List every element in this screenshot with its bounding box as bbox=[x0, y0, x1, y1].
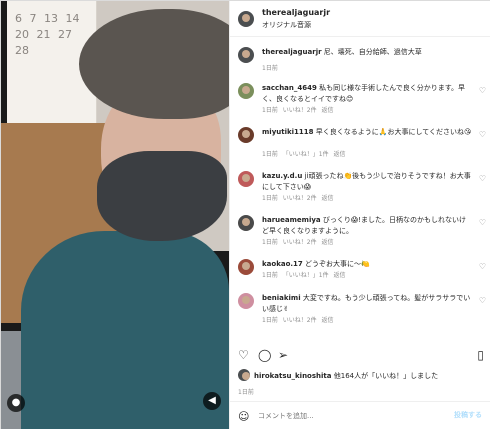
comment-meta: 1日前 いいね！2件 返信 bbox=[262, 193, 334, 202]
list-item: miyutiki1118 早く良くなるように🙏お大事にしてくださいね😘 1日前 … bbox=[230, 123, 490, 163]
caption-username[interactable]: therealjaguarjr bbox=[262, 48, 322, 56]
likes-summary[interactable]: hirokatsu_kinoshita 他164人が「いいね！」しました bbox=[238, 369, 488, 383]
likes-text[interactable]: hirokatsu_kinoshita 他164人が「いいね！」しました bbox=[254, 371, 438, 381]
heart-icon[interactable]: ♡ bbox=[479, 218, 486, 227]
avatar[interactable] bbox=[238, 259, 254, 275]
reply-button[interactable]: 返信 bbox=[322, 317, 334, 324]
comment-username[interactable]: kazu.y.d.u bbox=[262, 172, 302, 180]
post-header: therealjaguarjr オリジナル音源 bbox=[230, 1, 490, 37]
avatar[interactable] bbox=[238, 11, 254, 27]
comment-likes[interactable]: いいね！2件 bbox=[283, 317, 317, 324]
comment-username[interactable]: harueamemiya bbox=[262, 216, 321, 224]
comment-time: 1日前 bbox=[262, 195, 278, 202]
post-date: 1日前 bbox=[238, 389, 254, 396]
avatar[interactable] bbox=[238, 369, 250, 381]
caption-text: therealjaguarjr 尼、壊死、自分給師、過信大草 bbox=[262, 47, 472, 58]
avatar[interactable] bbox=[238, 83, 254, 99]
list-item: harueamemiya びっくり😱!ました。日柄なのかもしれないけど早く良くな… bbox=[230, 211, 490, 251]
comment-meta: 1日前 「いいね！」1件 返信 bbox=[262, 270, 346, 279]
user-tag-icon[interactable]: ● bbox=[7, 394, 25, 412]
comment-username[interactable]: sacchan_4649 bbox=[262, 84, 317, 92]
list-item: beniakimi 大変ですね。もう少し頑張ってね。髪がサラサラでいい感じ✌ 1… bbox=[230, 289, 490, 333]
comment-body: どうぞお大事に〜🍋 bbox=[305, 260, 370, 268]
comment-text: kaokao.17 どうぞお大事に〜🍋 bbox=[262, 259, 472, 270]
comment-time: 1日前 bbox=[262, 317, 278, 324]
post-modal: 6 7 13 14 20 21 27 28 ● ◀ therealjaguarj… bbox=[0, 0, 490, 429]
comment-input[interactable] bbox=[258, 410, 438, 422]
heart-icon[interactable]: ♡ bbox=[479, 174, 486, 183]
list-item: kaokao.17 どうぞお大事に〜🍋 1日前 「いいね！」1件 返信 ♡ bbox=[230, 255, 490, 285]
face-mask bbox=[97, 151, 227, 241]
comment-text: sacchan_4649 私も同じ様な手術したんで良く分かります。早く、良くなる… bbox=[262, 83, 472, 105]
comment-text: beniakimi 大変ですね。もう少し頑張ってね。髪がサラサラでいい感じ✌ bbox=[262, 293, 472, 315]
heart-icon[interactable]: ♡ bbox=[479, 296, 486, 305]
list-item: sacchan_4649 私も同じ様な手術したんで良く分かります。早く、良くなる… bbox=[230, 79, 490, 123]
speaker-icon[interactable]: ◀ bbox=[203, 392, 221, 410]
reply-button[interactable]: 返信 bbox=[322, 195, 334, 202]
avatar[interactable] bbox=[238, 47, 254, 63]
likes-count-text[interactable]: 他164人が「いいね！」しました bbox=[334, 372, 438, 380]
comment-likes[interactable]: いいね！2件 bbox=[283, 195, 317, 202]
comment-likes[interactable]: 「いいね！」1件 bbox=[283, 272, 329, 279]
comment-time: 1日前 bbox=[262, 107, 278, 114]
audio-label[interactable]: オリジナル音源 bbox=[262, 20, 311, 30]
comment-time: 1日前 bbox=[262, 272, 278, 279]
avatar[interactable] bbox=[238, 127, 254, 143]
comment-meta: 1日前 いいね！2件 返信 bbox=[262, 105, 334, 114]
list-item: kazu.y.d.u ji頑張ったね👏後もう少しで治りそうですね！お大事にして下… bbox=[230, 167, 490, 207]
reply-button[interactable]: 返信 bbox=[322, 107, 334, 114]
reply-button[interactable]: 返信 bbox=[334, 151, 346, 158]
comment-text: kazu.y.d.u ji頑張ったね👏後もう少しで治りそうですね！お大事にして下… bbox=[262, 171, 472, 193]
comment-meta: 1日前 「いいね！」1件 返信 bbox=[262, 149, 346, 158]
comment-body: 早く良くなるように🙏お大事にしてくださいね😘 bbox=[315, 128, 472, 136]
comment-time: 1日前 bbox=[262, 151, 278, 158]
comment-likes[interactable]: いいね！2件 bbox=[283, 107, 317, 114]
comment-meta: 1日前 いいね！2件 返信 bbox=[262, 315, 334, 324]
comments-list[interactable]: therealjaguarjr 尼、壊死、自分給師、過信大草 1日前 sacch… bbox=[230, 39, 490, 341]
heart-icon[interactable]: ♡ bbox=[479, 262, 486, 271]
post-button[interactable]: 投稿する bbox=[454, 410, 482, 420]
comment-composer: ☺ 投稿する bbox=[230, 401, 490, 429]
caption-time: 1日前 bbox=[262, 65, 278, 72]
avatar[interactable] bbox=[238, 293, 254, 309]
comment-username[interactable]: kaokao.17 bbox=[262, 260, 303, 268]
comment-username[interactable]: miyutiki1118 bbox=[262, 128, 314, 136]
comment-username[interactable]: beniakimi bbox=[262, 294, 301, 302]
heart-icon[interactable]: ♡ bbox=[479, 86, 486, 95]
avatar[interactable] bbox=[238, 171, 254, 187]
comment-text: miyutiki1118 早く良くなるように🙏お大事にしてくださいね😘 bbox=[262, 127, 472, 138]
action-bar: ♡ ◯ ➢ ▯ bbox=[230, 345, 490, 365]
comment-likes[interactable]: いいね！2件 bbox=[283, 239, 317, 246]
caption-body: 尼、壊死、自分給師、過信大草 bbox=[323, 48, 422, 56]
emoji-icon[interactable]: ☺ bbox=[238, 410, 249, 423]
bookmark-icon[interactable]: ▯ bbox=[477, 349, 484, 361]
comment-icon[interactable]: ◯ bbox=[258, 349, 271, 361]
avatar[interactable] bbox=[238, 215, 254, 231]
post-sidebar: therealjaguarjr オリジナル音源 therealjaguarjr … bbox=[229, 1, 490, 429]
reply-button[interactable]: 返信 bbox=[334, 272, 346, 279]
reply-button[interactable]: 返信 bbox=[322, 239, 334, 246]
comment-meta: 1日前 いいね！2件 返信 bbox=[262, 237, 334, 246]
comment-text: harueamemiya びっくり😱!ました。日柄なのかもしれないけど早く良くな… bbox=[262, 215, 472, 237]
heart-icon[interactable]: ♡ bbox=[479, 130, 486, 139]
comment-time: 1日前 bbox=[262, 239, 278, 246]
heart-icon[interactable]: ♡ bbox=[238, 349, 249, 361]
comment-likes[interactable]: 「いいね！」1件 bbox=[283, 151, 329, 158]
video-player[interactable]: 6 7 13 14 20 21 27 28 ● ◀ bbox=[1, 1, 229, 429]
post-username[interactable]: therealjaguarjr bbox=[262, 8, 330, 17]
caption-item: therealjaguarjr 尼、壊死、自分給師、過信大草 1日前 bbox=[230, 43, 490, 75]
person-jacket bbox=[21, 231, 229, 429]
share-icon[interactable]: ➢ bbox=[278, 349, 288, 361]
likes-username[interactable]: hirokatsu_kinoshita bbox=[254, 372, 332, 380]
